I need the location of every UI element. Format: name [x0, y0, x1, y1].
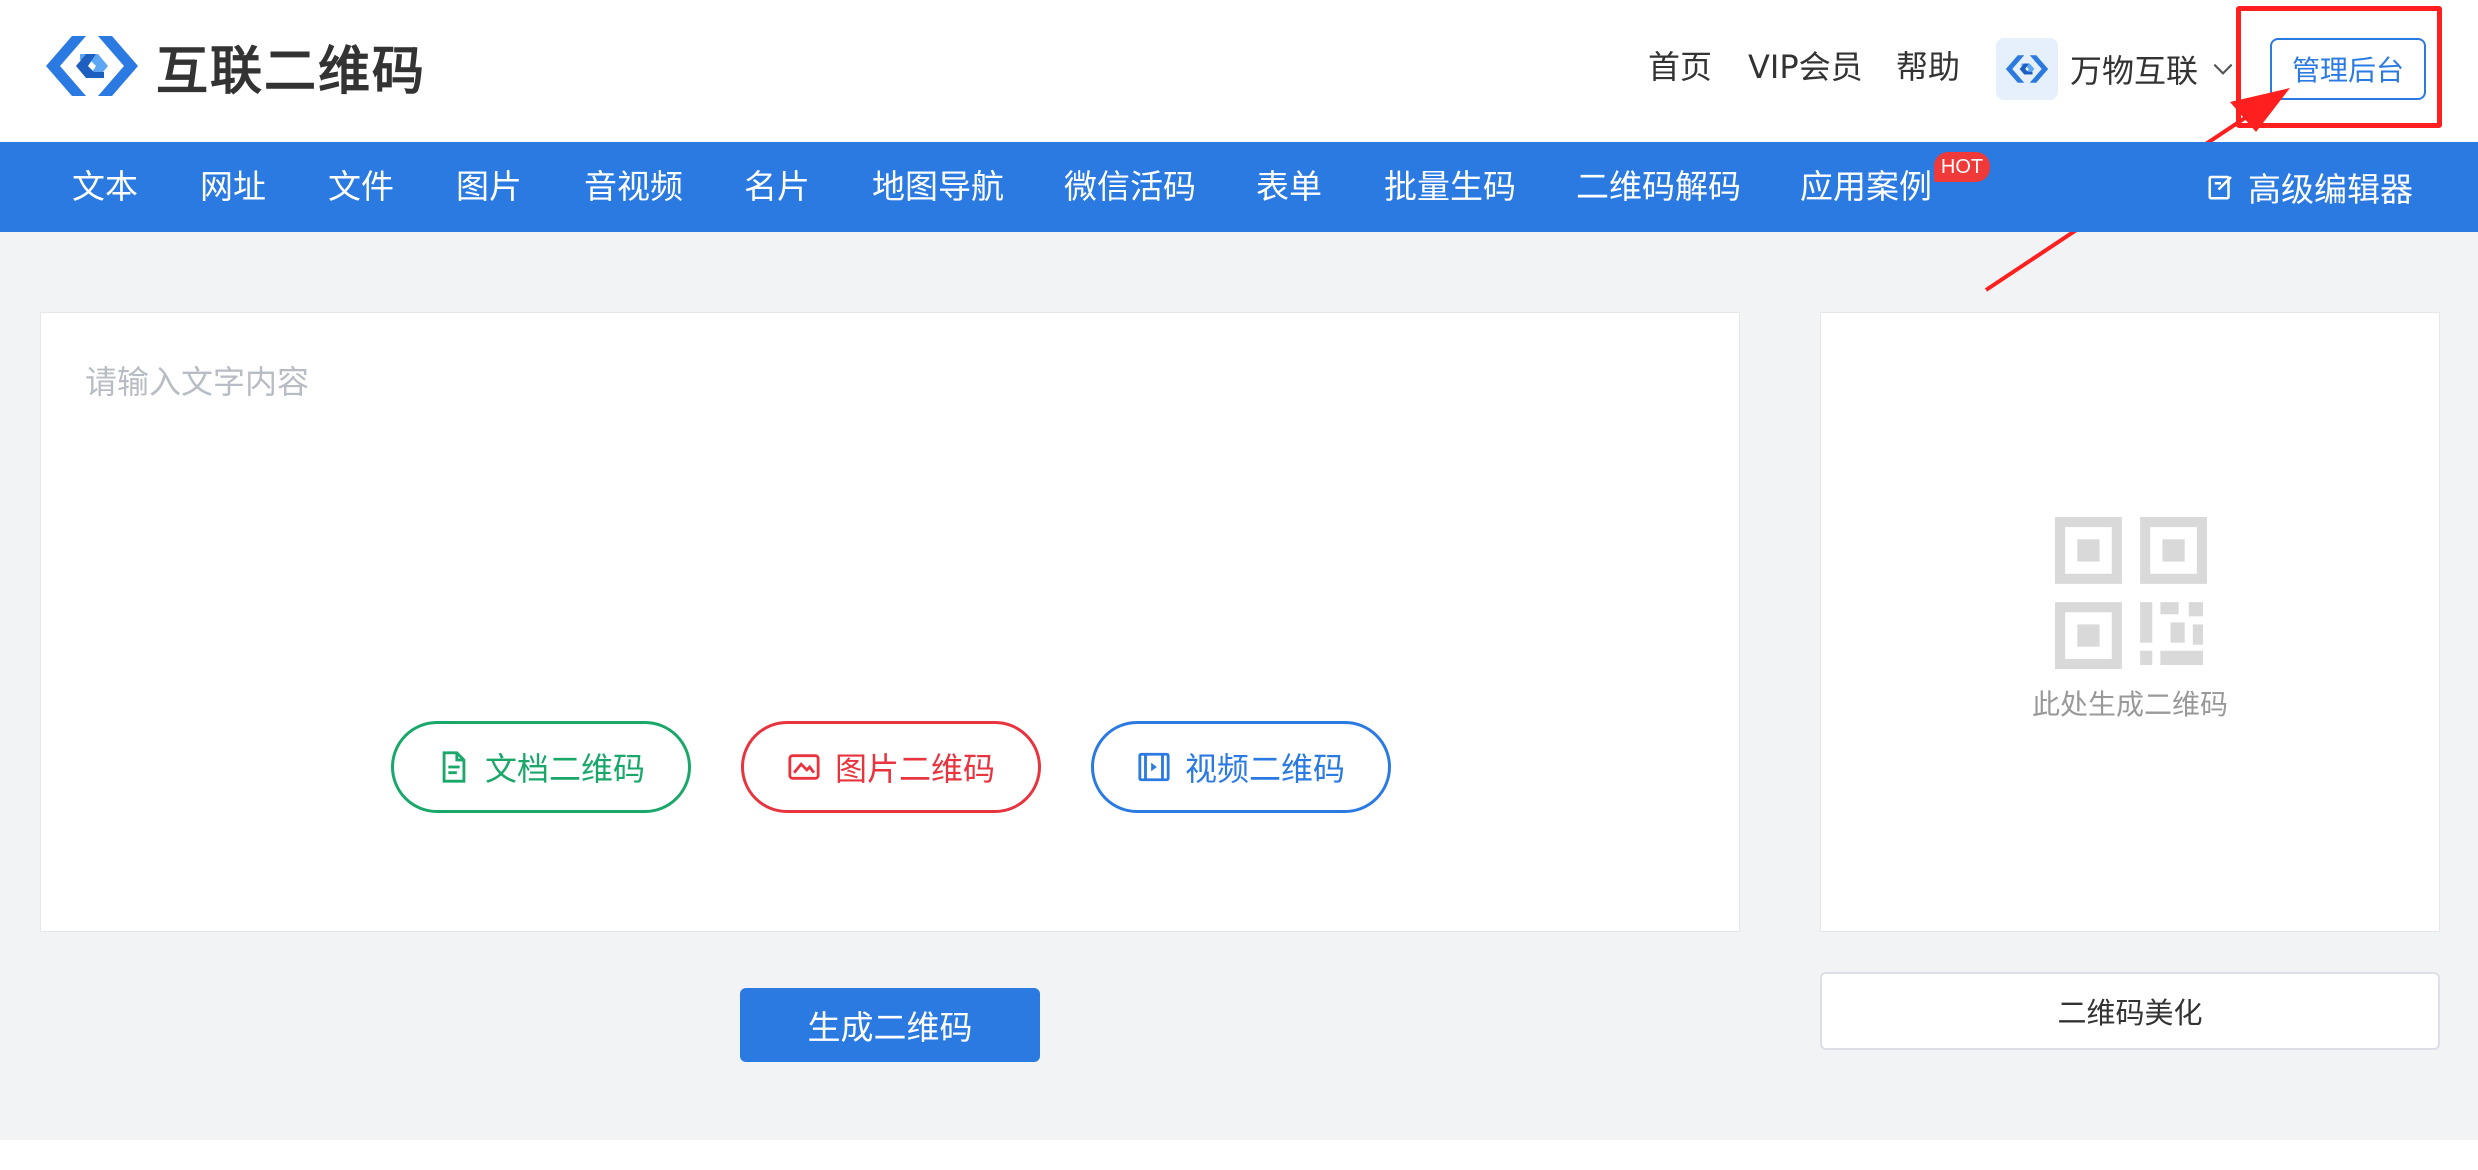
tab-batch-generate[interactable]: 批量生码: [1384, 142, 1516, 232]
nav-link-home[interactable]: 首页: [1648, 42, 1712, 92]
text-content-input[interactable]: [41, 313, 1739, 693]
advanced-editor-label: 高级编辑器: [2248, 170, 2413, 209]
logo-text: 互联二维码: [156, 41, 427, 102]
image-icon: [788, 754, 820, 780]
tab-qr-decode[interactable]: 二维码解码: [1576, 142, 1741, 232]
footer-strip: [0, 1140, 2478, 1170]
tab-file[interactable]: 文件: [328, 142, 394, 232]
video-qr-label: 视频二维码: [1184, 750, 1345, 788]
nav-link-vip[interactable]: VIP会员: [1748, 42, 1863, 92]
document-qr-button[interactable]: 文档二维码: [391, 721, 691, 813]
tab-image[interactable]: 图片: [456, 142, 522, 232]
document-icon: [442, 751, 466, 783]
site-header: 互联二维码 首页 VIP会员 帮助 万物互联 管理后台: [0, 0, 2478, 142]
qr-code-icon: [2055, 517, 2207, 669]
tab-url[interactable]: 网址: [200, 142, 266, 232]
tab-form[interactable]: 表单: [1256, 142, 1322, 232]
qr-beautify-button[interactable]: 二维码美化: [1820, 972, 2440, 1050]
generate-qr-button[interactable]: 生成二维码: [740, 988, 1040, 1062]
tab-business-card[interactable]: 名片: [744, 142, 810, 232]
video-icon: [1138, 752, 1170, 782]
brand-switch-dropdown[interactable]: 万物互联: [1996, 38, 2236, 100]
tab-wechat-live-code[interactable]: 微信活码: [1064, 142, 1196, 232]
brand-logo: [1996, 38, 2058, 100]
admin-console-button[interactable]: 管理后台: [2270, 38, 2426, 100]
site-logo[interactable]: 互联二维码: [42, 30, 426, 102]
image-qr-label: 图片二维码: [834, 750, 995, 788]
tab-map-navigation[interactable]: 地图导航: [872, 142, 1004, 232]
nav-link-help[interactable]: 帮助: [1896, 42, 1960, 92]
video-qr-button[interactable]: 视频二维码: [1091, 721, 1391, 813]
text-editor-card: 文档二维码 图片二维码 视频二维码: [40, 312, 1740, 932]
brand-switch-label: 万物互联: [2070, 52, 2199, 90]
tab-use-cases[interactable]: 应用案例: [1800, 142, 1932, 232]
qr-preview-placeholder-text: 此处生成二维码: [2031, 688, 2228, 721]
qr-preview-card: 此处生成二维码: [1820, 312, 2440, 932]
advanced-editor-link[interactable]: 高级编辑器: [2206, 142, 2413, 232]
link-chain-logo-icon: [2005, 55, 2049, 83]
image-qr-button[interactable]: 图片二维码: [741, 721, 1041, 813]
tab-text[interactable]: 文本: [72, 142, 138, 232]
edit-icon: [2208, 175, 2232, 200]
chevron-down-icon: [2213, 63, 2233, 75]
link-chain-logo-icon: [46, 36, 138, 96]
tab-audio-video[interactable]: 音视频: [584, 142, 683, 232]
document-qr-label: 文档二维码: [484, 750, 645, 788]
hot-badge: HOT: [1934, 152, 1990, 182]
